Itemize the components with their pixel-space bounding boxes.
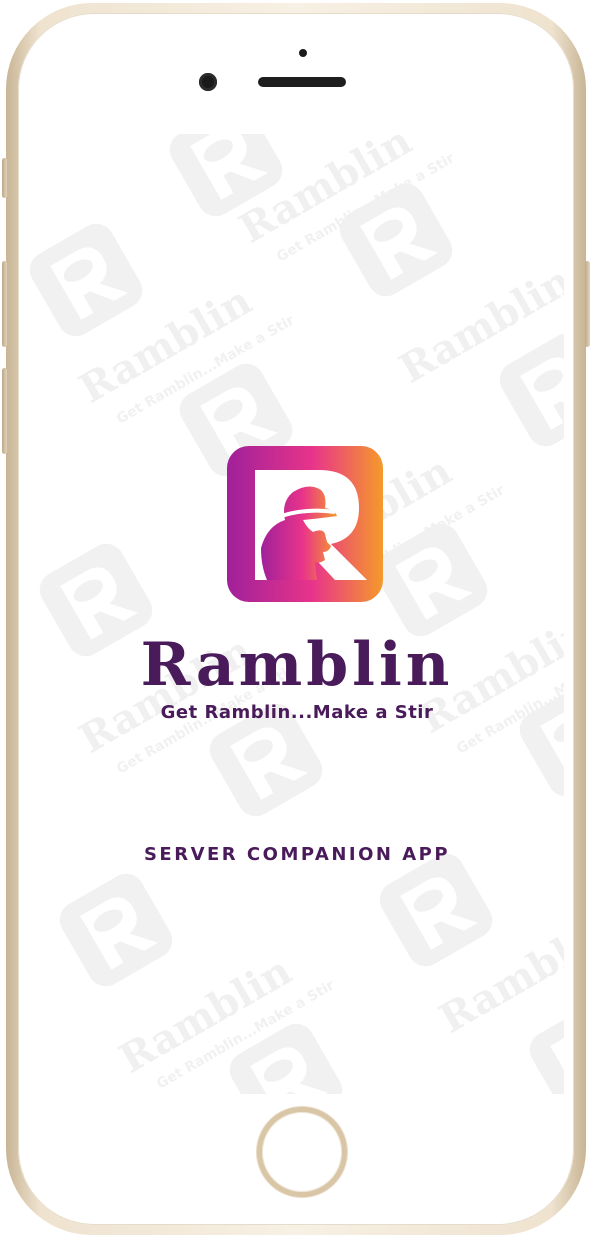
earpiece-speaker xyxy=(258,77,346,87)
watermark-icons xyxy=(30,134,564,1094)
watermark-background: Ramblin Ramblin Ramblin Ramblin Ramblin … xyxy=(30,134,564,1094)
splash-screen: Ramblin Ramblin Ramblin Ramblin Ramblin … xyxy=(30,134,564,1094)
volume-down-button xyxy=(2,368,7,454)
companion-subtitle: SERVER COMPANION APP xyxy=(143,844,451,865)
home-button[interactable] xyxy=(257,1107,347,1197)
front-camera xyxy=(199,73,217,91)
ramblin-logo-icon xyxy=(227,446,383,602)
volume-up-button xyxy=(2,261,7,347)
app-name: Ramblin xyxy=(140,630,454,700)
power-button xyxy=(585,261,590,347)
logo-svg xyxy=(227,446,383,602)
mute-switch xyxy=(2,158,7,198)
proximity-sensor xyxy=(299,49,307,57)
app-tagline: Get Ramblin...Make a Stir xyxy=(160,702,434,723)
